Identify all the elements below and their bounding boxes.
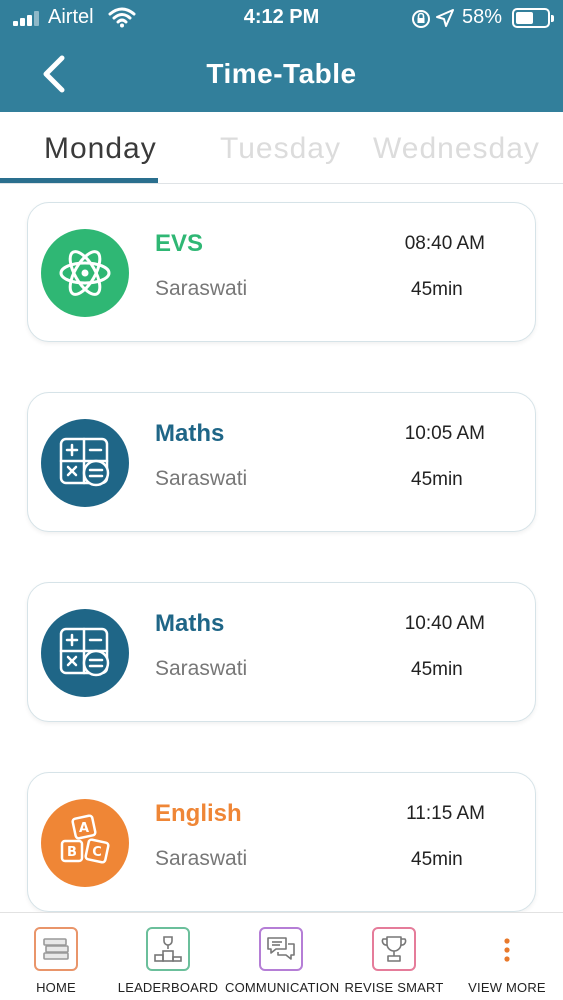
nav-label: COMMUNICATION (225, 980, 340, 995)
app-header: Airtel 4:12 PM 58% Time-Table (0, 0, 563, 112)
bottom-nav: HOME LEADERBOARD COMMUNICATION REVISE SM… (0, 912, 563, 1000)
abc-blocks-icon: A B C (41, 799, 129, 887)
svg-text:A: A (79, 821, 89, 836)
podium-icon (146, 927, 190, 971)
teacher-name: Saraswati (155, 467, 248, 490)
nav-home[interactable]: HOME (0, 913, 112, 1000)
chat-bubbles-icon (259, 927, 303, 971)
nav-view-more[interactable]: VIEW MORE (451, 913, 563, 1000)
nav-leaderboard[interactable]: LEADERBOARD (112, 913, 224, 1000)
battery-percent: 58% (462, 6, 503, 28)
period-time: 08:40 AM (404, 233, 485, 254)
teacher-name: Saraswati (155, 277, 248, 300)
calculator-icon (41, 419, 129, 507)
battery-icon (512, 8, 554, 28)
period-card[interactable]: Maths Saraswati 10:40 AM 45min (27, 582, 536, 722)
more-vertical-icon (504, 938, 510, 962)
period-card[interactable]: A B C English Saraswati 11:15 AM 45min (27, 772, 536, 912)
period-card[interactable]: Maths Saraswati 10:05 AM 45min (27, 392, 536, 532)
period-duration: 45min (411, 469, 463, 490)
teacher-name: Saraswati (155, 657, 248, 680)
rotation-lock-icon (412, 10, 430, 28)
tab-tuesday[interactable]: Tuesday (220, 132, 341, 166)
period-duration: 45min (411, 659, 463, 680)
subject-name: Maths (155, 420, 225, 447)
subject-name: EVS (155, 230, 204, 257)
page-title: Time-Table (206, 58, 357, 89)
books-icon (34, 927, 78, 971)
subject-name: English (155, 800, 242, 827)
status-bar: Airtel 4:12 PM 58% (0, 0, 563, 38)
period-card[interactable]: EVS Saraswati 08:40 AM 45min (27, 202, 536, 342)
teacher-name: Saraswati (155, 847, 248, 870)
period-duration: 45min (411, 849, 463, 870)
nav-label: REVISE SMART (344, 980, 444, 995)
calculator-icon (41, 609, 129, 697)
period-time: 10:05 AM (404, 423, 485, 444)
nav-label: LEADERBOARD (117, 980, 219, 995)
tab-monday[interactable]: Monday (44, 132, 157, 166)
active-tab-indicator (0, 178, 158, 183)
nav-revise-smart[interactable]: REVISE SMART (338, 913, 450, 1000)
period-time: 10:40 AM (404, 613, 485, 634)
period-duration: 45min (411, 279, 463, 300)
svg-text:C: C (92, 845, 102, 860)
nav-label: HOME (36, 980, 76, 995)
nav-label: VIEW MORE (468, 980, 546, 995)
nav-communication[interactable]: COMMUNICATION (225, 913, 340, 1000)
period-time: 11:15 AM (406, 803, 485, 824)
day-tabs: Monday Tuesday Wednesday (0, 112, 563, 184)
trophy-icon (372, 927, 416, 971)
location-icon (436, 9, 454, 27)
atom-icon (41, 229, 129, 317)
svg-text:B: B (67, 845, 77, 860)
tab-wednesday[interactable]: Wednesday (373, 132, 540, 166)
subject-name: Maths (155, 610, 225, 637)
